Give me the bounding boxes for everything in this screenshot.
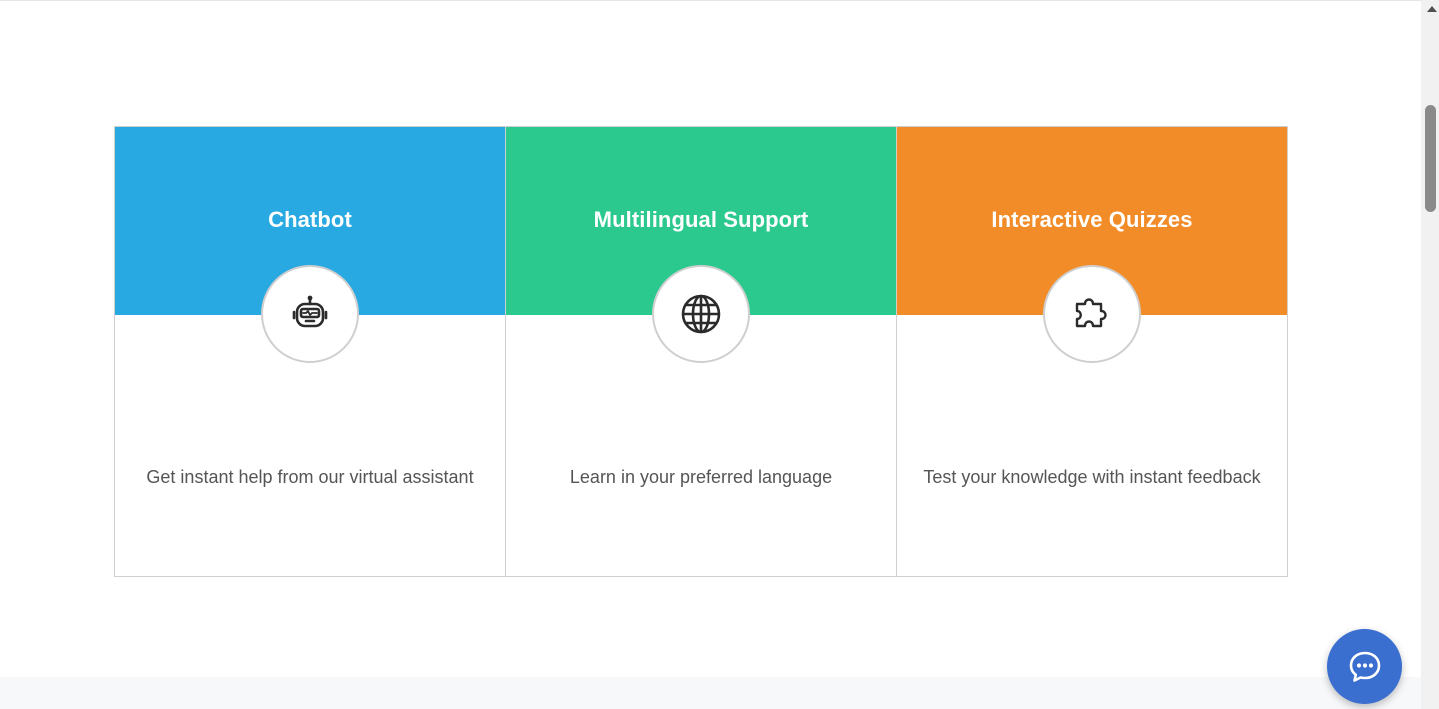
card-description: Test your knowledge with instant feedbac… xyxy=(923,467,1261,487)
feature-card-chatbot: Chatbot Get instant help from our virtua… xyxy=(114,126,506,577)
chat-bubble-icon xyxy=(1349,651,1380,682)
globe-icon xyxy=(652,265,750,363)
card-description: Get instant help from our virtual assist… xyxy=(146,467,474,487)
footer-band xyxy=(0,677,1421,709)
robot-icon xyxy=(261,265,359,363)
scroll-up-arrow-icon[interactable] xyxy=(1427,6,1437,12)
features-section: Chatbot Get instant help from our virtua… xyxy=(114,126,1290,577)
feature-card-multilingual: Multilingual Support Learn in your prefe… xyxy=(505,126,897,577)
feature-card-quizzes: Interactive Quizzes Test your knowledge … xyxy=(896,126,1288,577)
puzzle-icon xyxy=(1043,265,1141,363)
chat-widget-button[interactable] xyxy=(1327,629,1402,704)
card-title: Multilingual Support xyxy=(593,207,809,232)
scrollbar-thumb[interactable] xyxy=(1425,105,1436,212)
card-title: Interactive Quizzes xyxy=(991,207,1193,232)
top-divider xyxy=(0,0,1421,1)
page: Chatbot Get instant help from our virtua… xyxy=(0,0,1439,709)
card-title: Chatbot xyxy=(268,207,352,232)
card-description: Learn in your preferred language xyxy=(569,467,833,487)
